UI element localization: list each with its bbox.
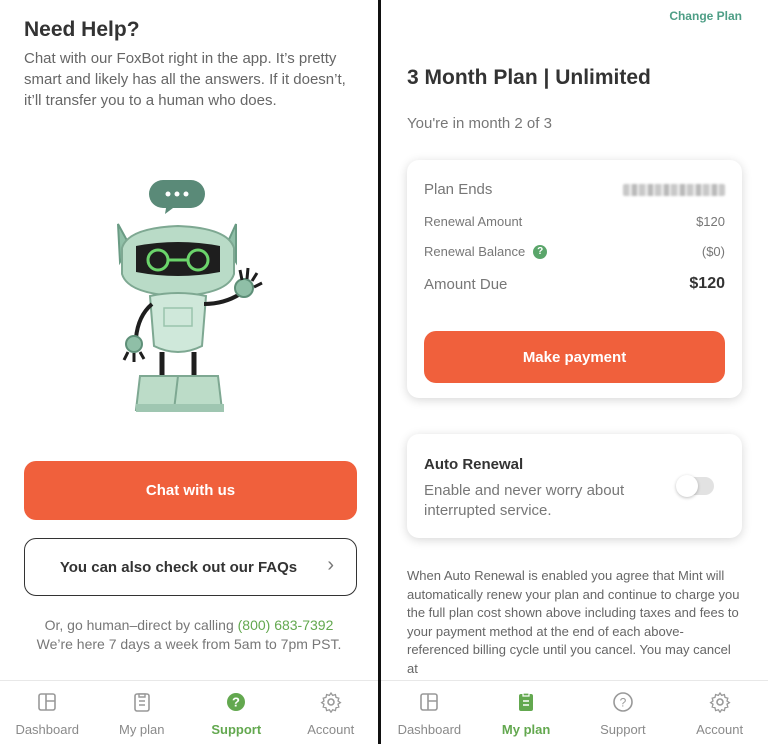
phone-link[interactable]: (800) 683-7392 xyxy=(238,617,334,633)
bottom-tab-bar: Dashboard My plan ? Support Account xyxy=(0,680,378,744)
tab-support[interactable]: ? Support xyxy=(189,681,284,744)
auto-renewal-description: Enable and never worry about interrupted… xyxy=(424,482,625,519)
redacted-date xyxy=(623,183,725,196)
clipboard-icon xyxy=(519,692,534,711)
faq-button[interactable]: You can also check out our FAQs › xyxy=(24,538,357,596)
renewal-amount-row: Renewal Amount $120 xyxy=(424,214,725,229)
plan-ends-row: Plan Ends xyxy=(424,181,725,198)
renewal-balance-row: Renewal Balance ? ($0) xyxy=(424,244,725,259)
tab-my-plan[interactable]: My plan xyxy=(478,681,575,744)
my-plan-screen: Change Plan 3 Month Plan | Unlimited You… xyxy=(381,0,768,744)
plan-title: 3 Month Plan | Unlimited xyxy=(407,66,651,89)
change-plan-link[interactable]: Change Plan xyxy=(669,9,742,23)
tab-label: My plan xyxy=(501,722,551,737)
tab-dashboard[interactable]: Dashboard xyxy=(0,681,95,744)
amount-due-value: $120 xyxy=(689,275,725,292)
question-circle-icon: ? xyxy=(227,693,246,711)
renewal-balance-label: Renewal Balance xyxy=(424,244,526,259)
tab-label: Support xyxy=(211,722,262,737)
tab-label: Dashboard xyxy=(15,722,80,737)
make-payment-button[interactable]: Make payment xyxy=(424,331,725,383)
tab-label: Support xyxy=(600,722,646,737)
call-info: Or, go human–direct by calling (800) 683… xyxy=(0,617,378,633)
chat-with-us-button[interactable]: Chat with us xyxy=(24,461,357,520)
gear-icon xyxy=(320,691,342,713)
tab-account[interactable]: Account xyxy=(671,681,768,744)
renewal-amount-value: $120 xyxy=(696,214,725,229)
amount-due-label: Amount Due xyxy=(424,275,508,293)
page-title: Need Help? xyxy=(24,18,140,41)
tab-label: Account xyxy=(696,722,744,737)
call-prefix: Or, go human–direct by calling xyxy=(44,617,234,633)
auto-renewal-toggle[interactable] xyxy=(676,475,714,497)
tab-dashboard[interactable]: Dashboard xyxy=(381,681,478,744)
tab-account[interactable]: Account xyxy=(284,681,379,744)
faq-button-label: You can also check out our FAQs xyxy=(59,558,298,576)
gear-icon xyxy=(709,691,731,713)
renewal-balance-value: ($0) xyxy=(701,244,725,259)
tab-support[interactable]: ? Support xyxy=(575,681,672,744)
foxbot-mascot-image xyxy=(117,180,263,412)
plan-summary-card: Plan Ends Renewal Amount $120 Renewal Ba… xyxy=(407,160,742,398)
plan-progress: You're in month 2 of 3 xyxy=(407,115,552,132)
svg-text:?: ? xyxy=(232,695,240,710)
plan-ends-label: Plan Ends xyxy=(424,181,493,198)
auto-renewal-title: Auto Renewal xyxy=(424,456,524,473)
help-icon[interactable]: ? xyxy=(533,244,548,259)
tab-label: My plan xyxy=(118,722,165,737)
svg-text:?: ? xyxy=(620,696,627,710)
tab-label: Dashboard xyxy=(397,722,462,737)
support-screen: Need Help? Chat with our FoxBot right in… xyxy=(0,0,378,744)
tab-label: Account xyxy=(307,722,355,737)
bottom-tab-bar: Dashboard My plan ? Support Account xyxy=(381,680,768,744)
chevron-right-icon: › xyxy=(327,554,334,576)
renewal-balance-label-group: Renewal Balance ? xyxy=(424,244,548,259)
help-description: Chat with our FoxBot right in the app. I… xyxy=(24,50,346,109)
renewal-amount-label: Renewal Amount xyxy=(424,214,523,229)
dashboard-icon xyxy=(420,693,439,711)
auto-renewal-disclaimer: When Auto Renewal is enabled you agree t… xyxy=(407,568,740,676)
tab-my-plan[interactable]: My plan xyxy=(95,681,190,744)
clipboard-icon xyxy=(133,693,150,712)
support-hours: We’re here 7 days a week from 5am to 7pm… xyxy=(36,636,342,652)
toggle-knob xyxy=(676,475,698,497)
auto-renewal-card: Auto Renewal Enable and never worry abou… xyxy=(407,434,742,538)
dashboard-icon xyxy=(38,693,57,711)
amount-due-row: Amount Due $120 xyxy=(424,275,725,293)
question-circle-icon: ? xyxy=(613,692,633,712)
